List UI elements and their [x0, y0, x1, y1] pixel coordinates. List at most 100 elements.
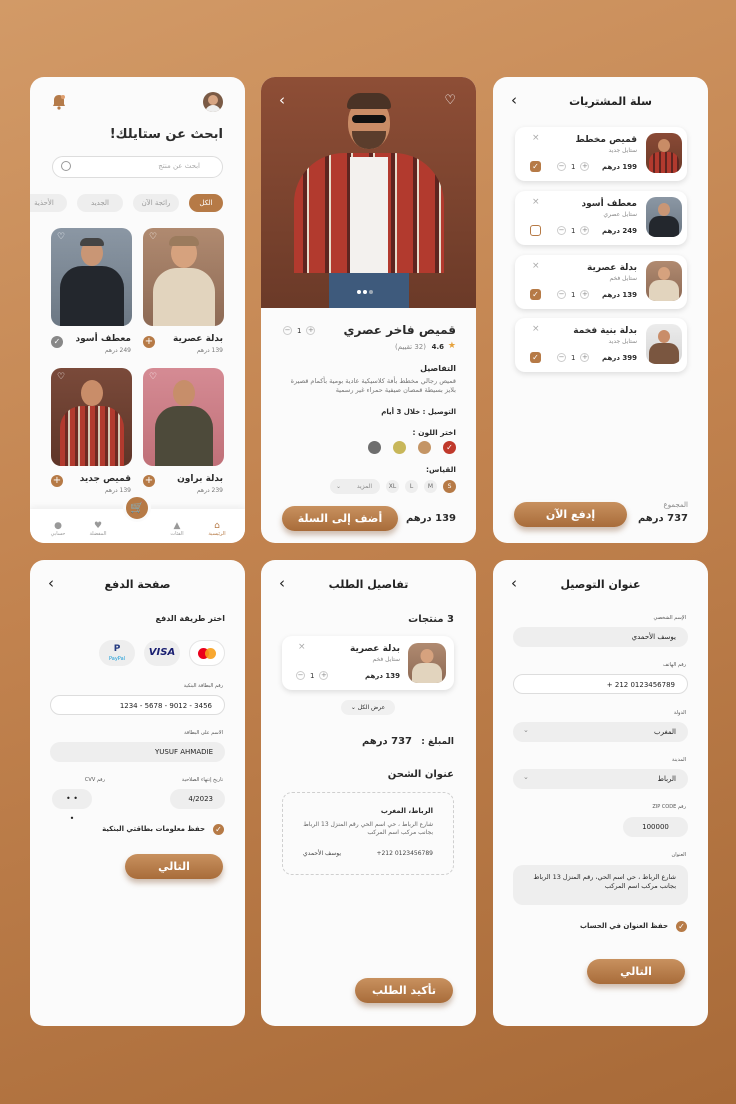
color-option[interactable]	[368, 441, 381, 454]
quantity-value: 1	[571, 226, 576, 235]
plus-button[interactable]: +	[580, 162, 590, 171]
minus-button[interactable]: −	[296, 671, 305, 680]
quantity-stepper[interactable]: −1 +	[283, 326, 316, 335]
minus-button[interactable]: −	[557, 162, 566, 171]
quantity-stepper[interactable]: −1 +	[557, 353, 590, 362]
size-option-s[interactable]: S	[443, 480, 456, 493]
minus-button[interactable]: −	[283, 326, 292, 335]
chip-trending[interactable]: رائجة الآن	[133, 194, 179, 212]
heart-icon[interactable]: ♡	[444, 93, 456, 108]
color-option[interactable]: ✓	[443, 441, 456, 454]
add-to-cart-button[interactable]: أضف إلى السلة	[282, 506, 398, 531]
add-to-cart-icon[interactable]: +	[143, 475, 155, 487]
plus-button[interactable]: +	[306, 326, 316, 335]
add-to-cart-icon[interactable]: +	[143, 336, 155, 348]
minus-button[interactable]: −	[557, 353, 566, 362]
item-checkbox[interactable]: ✓	[530, 289, 541, 300]
product-image[interactable]: ♡	[51, 368, 132, 466]
cart-item[interactable]: بدلة بنية فخمة ستايل جديد 399 درهم −1 + ×…	[515, 318, 687, 372]
avatar[interactable]	[203, 92, 223, 112]
mastercard-option[interactable]	[189, 640, 225, 666]
image-dots[interactable]	[356, 287, 374, 296]
nav-home[interactable]: ⌂ الرئيسية	[197, 521, 237, 537]
item-subtitle: ستايل فخم	[372, 656, 400, 663]
cart-item[interactable]: معطف أسود ستايل عصري 249 درهم −1 + ×	[515, 191, 687, 245]
phone-field[interactable]: + 212 0123456789	[513, 674, 688, 694]
page-title: ابحث عن ستايلك!	[109, 127, 223, 142]
cart-item[interactable]: قميص مخطط ستايل جديد 199 درهم −1 + × ✓	[515, 127, 687, 181]
check-circle-icon[interactable]: ✓	[51, 336, 63, 348]
search-input[interactable]: ابحث عن منتج	[52, 156, 223, 178]
close-icon[interactable]: ×	[532, 261, 540, 271]
chip-new[interactable]: الجديد	[77, 194, 123, 212]
save-card-checkbox[interactable]: ✓	[213, 824, 224, 835]
city-select[interactable]: الرباط ⌄	[513, 769, 688, 789]
pay-now-button[interactable]: إدفع الآن	[514, 502, 627, 527]
back-icon[interactable]: ‹	[511, 93, 525, 108]
close-icon[interactable]: ×	[532, 324, 540, 334]
next-button[interactable]: التالي	[125, 854, 223, 879]
order-item[interactable]: بدلة عصرية ستايل فخم 139 درهم −1 + ×	[282, 636, 454, 690]
plus-button[interactable]: +	[580, 353, 590, 362]
quantity-stepper[interactable]: −1 +	[296, 671, 329, 680]
shipping-address-box: الرباط، المغرب شارع الرباط ، حي اسم الحي…	[282, 792, 454, 875]
paypal-option[interactable]: P PayPal	[99, 640, 135, 666]
country-select[interactable]: المغرب ⌄	[513, 722, 688, 742]
chip-all[interactable]: الكل	[189, 194, 223, 212]
heart-icon[interactable]: ♡	[149, 372, 157, 382]
plus-button[interactable]: +	[319, 671, 329, 680]
heart-icon[interactable]: ♡	[149, 232, 157, 242]
address-field[interactable]: شارع الرباط ، حي اسم الحي، رقم المنزل 13…	[513, 865, 688, 905]
item-checkbox[interactable]: ✓	[530, 161, 541, 172]
color-option[interactable]	[393, 441, 406, 454]
item-checkbox[interactable]	[530, 225, 541, 236]
heart-icon[interactable]: ♡	[57, 372, 65, 382]
chip-shoes[interactable]: الأحذية	[30, 194, 67, 212]
cart-item[interactable]: بدلة عصرية ستايل فخم 139 درهم −1 + × ✓	[515, 255, 687, 309]
item-checkbox[interactable]: ✓	[530, 352, 541, 363]
confirm-order-button[interactable]: تأكيد الطلب	[355, 978, 453, 1003]
country-label: الدولة	[673, 710, 686, 716]
product-image[interactable]: ♡	[51, 228, 132, 326]
quantity-stepper[interactable]: −1 +	[557, 226, 590, 235]
close-icon[interactable]: ×	[532, 133, 540, 143]
size-option-l[interactable]: L	[405, 480, 418, 493]
product-image[interactable]: ♡	[143, 368, 224, 466]
plus-button[interactable]: +	[580, 226, 590, 235]
plus-button[interactable]: +	[580, 290, 590, 299]
cart-fab[interactable]: 🛒	[123, 494, 151, 522]
size-option-m[interactable]: M	[424, 480, 437, 493]
card-number-field[interactable]: 1234 - 5678 - 9012 - 3456	[50, 695, 225, 715]
card-name-field[interactable]: YUSUF AHMADIE	[50, 742, 225, 762]
save-address-checkbox[interactable]: ✓	[676, 921, 687, 932]
name-field[interactable]: يوسف الأحمدي	[513, 627, 688, 647]
nav-favorites[interactable]: ♥ المفضلة	[78, 521, 118, 537]
nav-categories[interactable]: ▲ الفئات	[157, 521, 197, 537]
size-option-xl[interactable]: XL	[386, 480, 399, 493]
model-figure	[59, 406, 124, 466]
shipping-phone: +212 0123456789	[376, 850, 433, 857]
quantity-stepper[interactable]: −1 +	[557, 162, 590, 171]
view-all-button[interactable]: عرض الكل ⌄	[341, 700, 395, 715]
color-option[interactable]	[418, 441, 431, 454]
bell-icon[interactable]	[52, 94, 66, 110]
heart-icon[interactable]: ♡	[57, 232, 65, 242]
expiry-field[interactable]: 4/2023	[170, 789, 225, 809]
product-image[interactable]: ♡	[143, 228, 224, 326]
more-sizes-dropdown[interactable]: المزيد ⌄	[330, 479, 380, 494]
zip-field[interactable]: 100000	[623, 817, 688, 837]
model-figure	[79, 238, 104, 246]
minus-button[interactable]: −	[557, 290, 566, 299]
back-icon[interactable]: ‹	[279, 93, 293, 108]
minus-button[interactable]: −	[557, 226, 566, 235]
add-to-cart-icon[interactable]: +	[51, 475, 63, 487]
nav-account[interactable]: ● حسابي	[38, 521, 78, 537]
next-button[interactable]: التالي	[587, 959, 685, 984]
nav-label: المفضلة	[89, 531, 107, 537]
quantity-stepper[interactable]: −1 +	[557, 290, 590, 299]
more-label: المزيد	[356, 483, 372, 490]
close-icon[interactable]: ×	[298, 642, 306, 652]
visa-option[interactable]: VISA	[144, 640, 180, 666]
cvv-field[interactable]: • • •	[52, 789, 92, 823]
close-icon[interactable]: ×	[532, 197, 540, 207]
